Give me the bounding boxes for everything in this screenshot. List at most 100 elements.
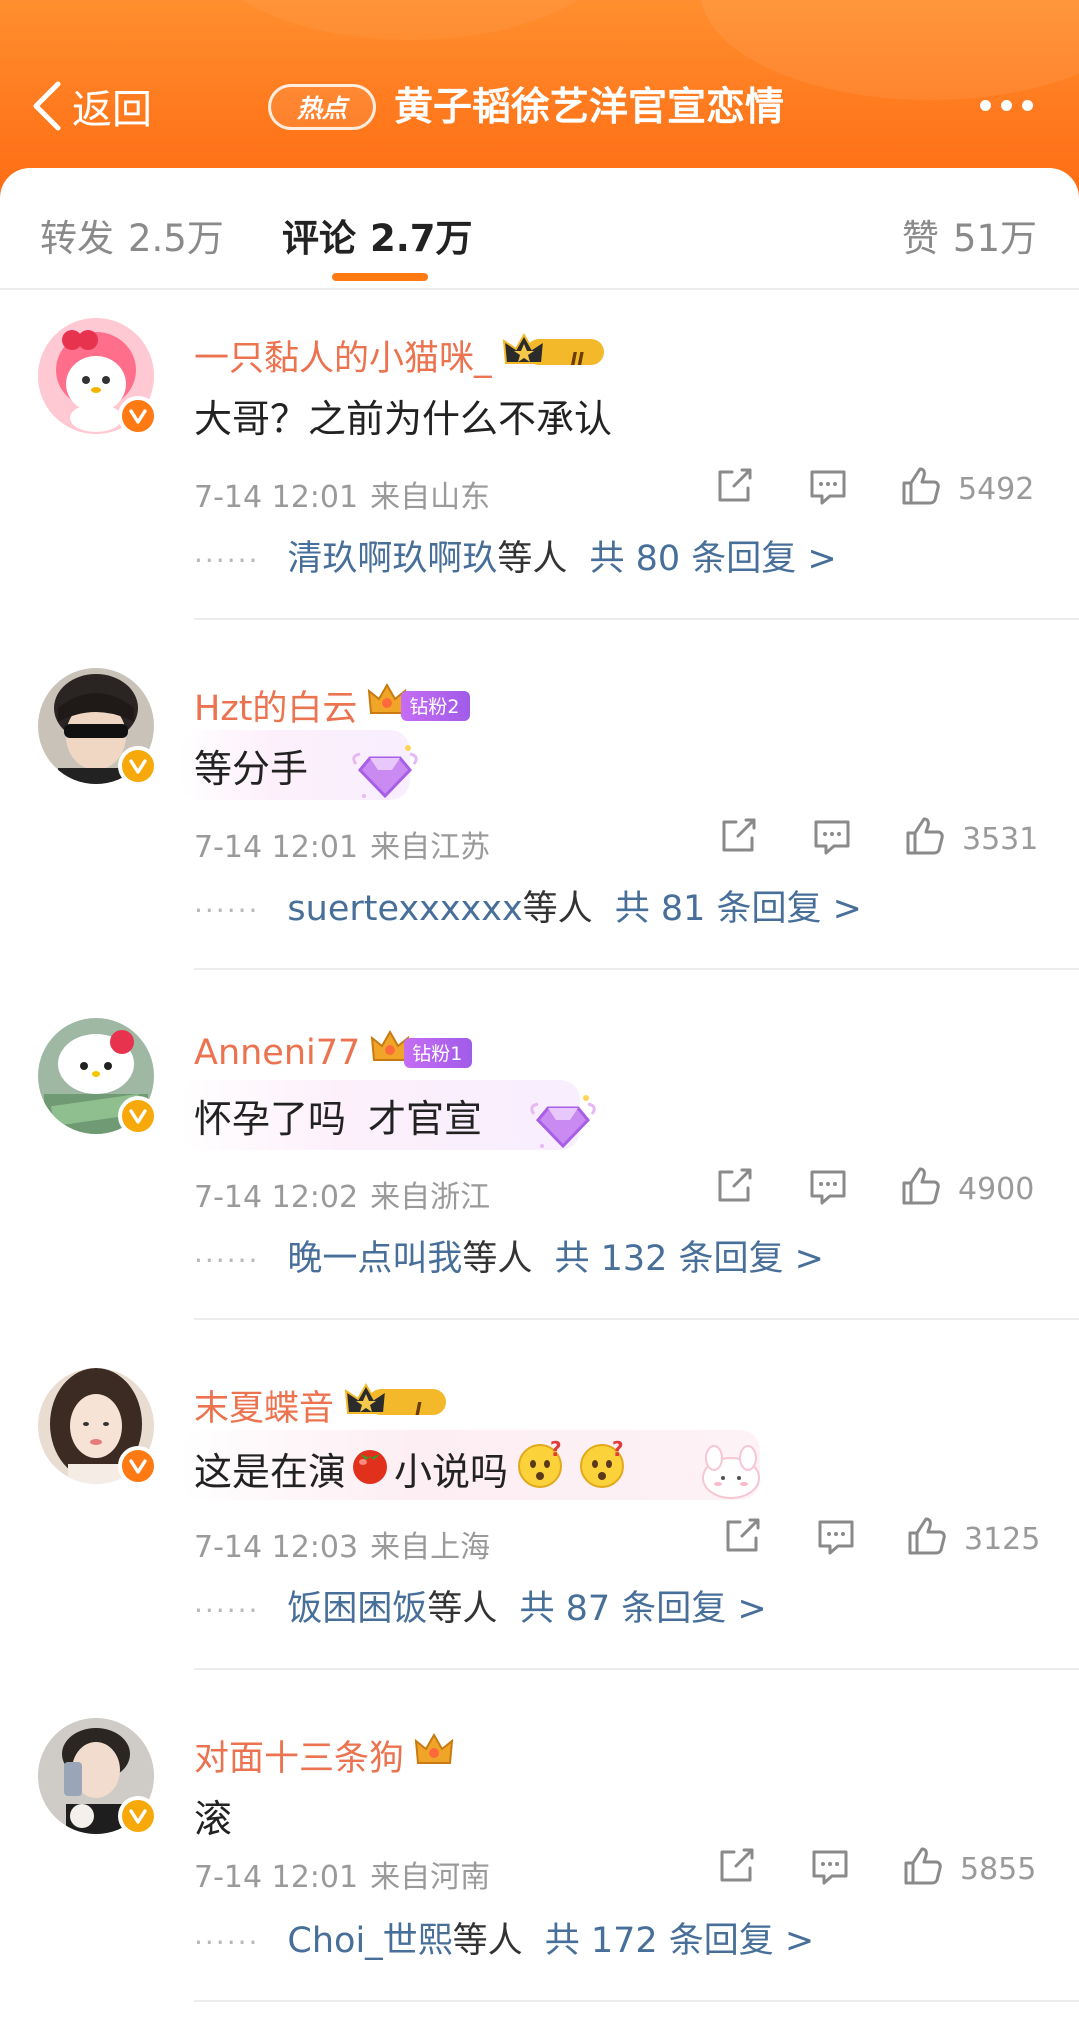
like-count: 3125 [964, 1522, 1041, 1557]
divider [194, 1668, 1079, 1670]
comment-time: 7-14 12:03 [194, 1530, 359, 1565]
comment-text: 怀孕了吗 才官宣 [194, 1097, 483, 1141]
comment-item: 一只黏人的小猫咪_ II 大哥？之前为什么不承认 7-14 12:01 来自山东 … [0, 300, 1079, 650]
avatar[interactable] [38, 1718, 158, 1842]
avatar[interactable] [38, 318, 158, 442]
reply-summary[interactable]: ······ suertexxxxxx等人共 81 条回复 > [194, 880, 862, 931]
divider [194, 618, 1079, 620]
like-count: 5492 [958, 472, 1035, 507]
reply-users[interactable]: 饭困困饭 [287, 1589, 427, 1629]
verified-badge-icon [118, 746, 158, 786]
comment-username[interactable]: 对面十三条狗 [194, 1730, 454, 1781]
verified-badge-icon [118, 1096, 158, 1136]
tab-comment[interactable]: 评论 2.7万 [282, 208, 473, 262]
confused-emoji-icon: ? [516, 1437, 568, 1499]
divider [194, 968, 1079, 970]
reply-summary[interactable]: ······ 清玖啊玖啊玖等人共 80 条回复 > [194, 530, 837, 581]
comment-meta: 7-14 12:01 来自河南 [194, 1852, 490, 1896]
comment-meta: 7-14 12:03 来自上海 [194, 1522, 490, 1566]
reply-etc: 等人 [427, 1589, 498, 1629]
fan-level-tag: 钻粉2 [401, 690, 470, 721]
divider [194, 2000, 1079, 2002]
repost-icon[interactable] [712, 464, 756, 512]
repost-icon[interactable] [714, 1844, 758, 1892]
comment-username[interactable]: Anneni77 钻粉1 [194, 1029, 473, 1075]
crown-level-badge-icon: I [344, 1382, 466, 1428]
reply-etc: 等人 [462, 1239, 533, 1279]
reply-total-link[interactable]: 共 80 条回复 > [589, 539, 836, 579]
avatar[interactable] [38, 668, 158, 792]
more-options-icon[interactable] [980, 100, 1033, 111]
back-button[interactable]: 返回 [30, 76, 152, 136]
verified-badge-icon [118, 1796, 158, 1836]
reply-dots: ······ [194, 1594, 260, 1627]
comment-icon[interactable] [808, 1844, 852, 1892]
like-icon[interactable] [898, 464, 942, 512]
comment-meta: 7-14 12:01 来自山东 [194, 472, 490, 516]
tab-repost[interactable]: 转发 2.5万 [40, 208, 224, 262]
comment-time: 7-14 12:02 [194, 1180, 359, 1215]
tab-like[interactable]: 赞 51万 [902, 208, 1037, 262]
comment-icon[interactable] [806, 464, 850, 512]
comment-username[interactable]: Hzt的白云 钻粉2 [194, 680, 470, 731]
reply-users[interactable]: 晚一点叫我 [287, 1239, 462, 1279]
like-icon[interactable] [900, 1844, 944, 1892]
comment-text: 等分手 [194, 747, 309, 791]
reply-users[interactable]: Choi_世熙 [287, 1921, 452, 1961]
comment-username[interactable]: 末夏蝶音 I [194, 1380, 466, 1431]
tomato-emoji-icon [348, 1442, 392, 1495]
tab-repost-count: 2.5万 [128, 217, 224, 260]
comment-icon[interactable] [814, 1514, 858, 1562]
reply-total-link[interactable]: 共 81 条回复 > [615, 889, 862, 929]
like-icon[interactable] [898, 1164, 942, 1212]
comment-location: 来自上海 [370, 1530, 491, 1565]
comment-location: 来自江苏 [370, 830, 491, 865]
reply-etc: 等人 [452, 1921, 523, 1961]
comment-time: 7-14 12:01 [194, 1860, 359, 1895]
comment-meta: 7-14 12:02 来自浙江 [194, 1172, 490, 1216]
reply-dots: ······ [194, 1926, 260, 1959]
svg-text:?: ? [550, 1438, 562, 1461]
repost-icon[interactable] [720, 1514, 764, 1562]
reply-total-link[interactable]: 共 172 条回复 > [545, 1921, 815, 1961]
like-icon[interactable] [902, 814, 946, 862]
reply-etc: 等人 [497, 539, 568, 579]
repost-icon[interactable] [716, 814, 760, 862]
tab-comment-count: 2.7万 [370, 217, 473, 260]
header-decoration [200, 0, 620, 40]
reply-total-link[interactable]: 共 132 条回复 > [554, 1239, 824, 1279]
tab-bar: 转发 2.5万 评论 2.7万 赞 51万 [0, 168, 1079, 290]
reply-users[interactable]: 清玖啊玖啊玖 [287, 539, 497, 579]
confused-emoji-icon: ? [578, 1437, 630, 1499]
comment-item: Hzt的白云 钻粉2 等分手 7-14 12:01 来自江苏 3531 ·····… [0, 650, 1079, 1000]
tab-like-label: 赞 [901, 217, 939, 260]
comment-item: 末夏蝶音 I 这是在演 小说吗 ? ? 7-14 12:03 来自上海 3125… [0, 1350, 1079, 1700]
comment-username[interactable]: 一只黏人的小猫咪_ II [194, 330, 630, 381]
avatar[interactable] [38, 1018, 158, 1142]
divider [194, 1318, 1079, 1320]
crown-icon [414, 1732, 454, 1778]
repost-icon[interactable] [712, 1164, 756, 1212]
reply-users[interactable]: suertexxxxxx [287, 889, 522, 929]
svg-text:?: ? [612, 1438, 624, 1461]
hot-badge: 热点 [268, 84, 376, 130]
reply-total-link[interactable]: 共 87 条回复 > [519, 1589, 766, 1629]
fan-level-tag: 钻粉1 [404, 1037, 473, 1068]
comment-icon[interactable] [806, 1164, 850, 1212]
bunny-decoration-icon [696, 1442, 766, 1506]
topic-title[interactable]: 黄子韬徐艺洋官宣恋情 [394, 78, 784, 138]
reply-summary[interactable]: ······ Choi_世熙等人共 172 条回复 > [194, 1912, 814, 1963]
comment-icon[interactable] [810, 814, 854, 862]
comment-meta: 7-14 12:01 来自江苏 [194, 822, 490, 866]
reply-summary[interactable]: ······ 饭困困饭等人共 87 条回复 > [194, 1580, 767, 1631]
reply-etc: 等人 [522, 889, 593, 929]
reply-summary[interactable]: ······ 晚一点叫我等人共 132 条回复 > [194, 1230, 824, 1281]
comment-location: 来自山东 [370, 480, 491, 515]
like-icon[interactable] [904, 1514, 948, 1562]
tab-comment-label: 评论 [282, 217, 356, 260]
avatar[interactable] [38, 1368, 158, 1492]
verified-badge-icon [118, 396, 158, 436]
verified-badge-icon [118, 1446, 158, 1486]
diamond-decoration-icon [350, 736, 420, 810]
comment-text: 这是在演 小说吗 ? ? [194, 1437, 632, 1499]
